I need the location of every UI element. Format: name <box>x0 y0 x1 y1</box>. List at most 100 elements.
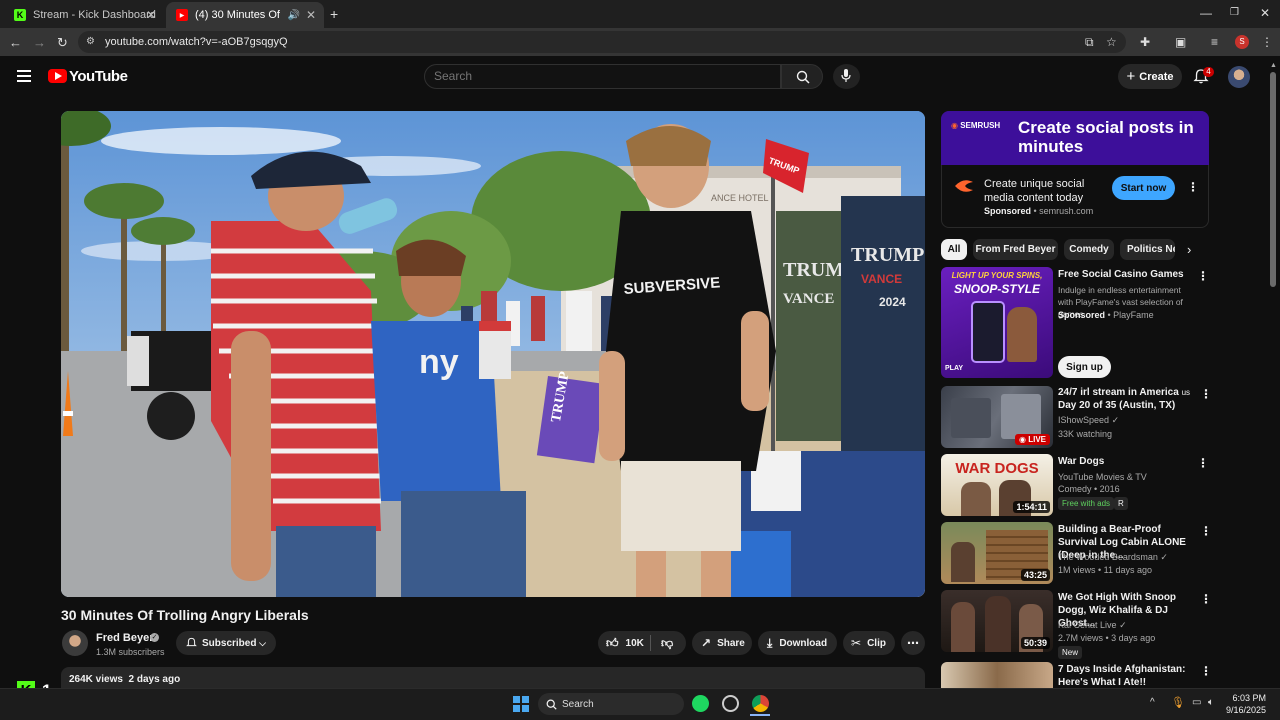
dislike-button[interactable]: 👎︎ <box>651 636 673 651</box>
tab-kick-dashboard[interactable]: K Stream - Kick Dashboard ✕ <box>4 2 164 28</box>
chip-comedy[interactable]: Comedy <box>1064 239 1114 260</box>
ad-brand-name: SEMRUSH <box>960 121 1001 130</box>
rec-more-icon[interactable]: ⋮ <box>1197 269 1209 283</box>
new-tab-button[interactable]: + <box>330 6 338 22</box>
more-actions-button[interactable]: ⋯ <box>901 631 925 655</box>
rec-title[interactable]: War Dogs <box>1058 455 1193 468</box>
rec-thumb-kai-cenat[interactable]: 50:39 <box>941 590 1053 652</box>
chip-politics-news[interactable]: Politics News <box>1120 239 1175 260</box>
chevron-down-icon: ⌵ <box>259 637 266 648</box>
youtube-logo-text[interactable]: YouTube <box>69 68 128 85</box>
sidepanel-icon[interactable]: ▣ <box>1175 35 1186 49</box>
download-button[interactable]: ⤓ Download <box>758 631 837 655</box>
cast-icon[interactable]: ⧉ <box>1085 35 1094 50</box>
youtube-logo-icon[interactable] <box>48 69 67 83</box>
back-icon[interactable]: ← <box>9 35 22 50</box>
share-button[interactable]: ↗ Share <box>692 631 752 655</box>
volume-icon[interactable]: 🔈︎ <box>1208 697 1214 708</box>
search-box[interactable] <box>424 64 781 89</box>
scroll-up-icon[interactable]: ▲ <box>1270 62 1277 69</box>
rec-channel[interactable]: The Wooded Beardsman ✓ <box>1058 551 1168 563</box>
rec-thumb-live-stream[interactable]: ◉ LIVE <box>941 386 1053 448</box>
tray-chevron-icon[interactable]: ^ <box>1150 697 1155 708</box>
search-input[interactable] <box>434 69 764 83</box>
close-tab-icon[interactable]: ✕ <box>306 8 316 22</box>
chip-from-fred-beyer[interactable]: From Fred Beyer <box>973 239 1058 260</box>
like-button[interactable]: 👍︎ 10K <box>598 636 650 651</box>
forward-icon[interactable]: → <box>33 35 46 50</box>
active-app-indicator <box>750 714 770 716</box>
rec-more-icon[interactable]: ⋮ <box>1197 456 1209 470</box>
ad-start-now-button[interactable]: Start now <box>1112 176 1175 200</box>
clip-button[interactable]: ✂ Clip <box>843 631 895 655</box>
rec-title[interactable]: Free Social Casino Games <box>1058 268 1193 281</box>
search-icon <box>546 699 557 710</box>
url-text[interactable]: youtube.com/watch?v=-aOB7gsqgyQ <box>105 36 288 48</box>
taskbar-search[interactable]: Search <box>538 693 684 715</box>
chip-all[interactable]: All <box>941 239 967 260</box>
channel-name[interactable]: Fred Beyer <box>96 632 153 644</box>
reload-icon[interactable]: ↻ <box>57 35 68 51</box>
spotify-icon[interactable] <box>692 695 709 712</box>
free-with-ads-badge: Free with ads <box>1058 497 1115 510</box>
close-window-icon[interactable]: ✕ <box>1260 6 1270 20</box>
tab-title: (4) 30 Minutes Of Trolling A <box>195 9 283 21</box>
rec-more-icon[interactable]: ⋮ <box>1200 524 1212 538</box>
obs-icon[interactable] <box>722 695 739 712</box>
page-scrollbar[interactable] <box>1270 72 1276 287</box>
ad-domain[interactable]: semrush.com <box>1039 206 1093 216</box>
minimize-icon[interactable]: — <box>1200 6 1212 20</box>
channel-label: Kai Cenat Live <box>1058 620 1117 630</box>
chevron-right-icon[interactable]: › <box>1187 242 1191 257</box>
hamburger-menu-icon[interactable] <box>17 70 31 82</box>
rec-thumb-war-dogs[interactable]: WAR DOGS 1:54:11 <box>941 454 1053 516</box>
video-player[interactable]: ANCE HOTEL TRUM VANCE TRUMP VANCE 2024 T… <box>61 111 925 597</box>
user-avatar[interactable] <box>1228 66 1250 88</box>
search-button[interactable] <box>781 64 823 89</box>
live-label: LIVE <box>1028 435 1046 444</box>
rec-more-icon[interactable]: ⋮ <box>1200 592 1212 606</box>
bookmark-star-icon[interactable]: ☆ <box>1106 35 1117 49</box>
taskbar-clock[interactable]: 6:03 PM 9/16/2025 <box>1226 692 1266 716</box>
notification-count-badge: 4 <box>1203 67 1214 77</box>
duration-badge: 43:25 <box>1020 569 1050 581</box>
media-controls-icon[interactable]: ≡ <box>1211 35 1218 49</box>
rec-channel[interactable]: Kai Cenat Live ✓ <box>1058 619 1127 631</box>
rec-thumb-casino[interactable]: LIGHT UP YOUR SPINS, SNOOP-STYLE PLAY <box>941 267 1053 378</box>
more-horizontal-icon: ⋯ <box>907 636 919 650</box>
browser-menu-icon[interactable]: ⋮ <box>1261 35 1273 49</box>
channel-avatar[interactable] <box>62 630 88 656</box>
network-icon[interactable]: ▭ <box>1192 697 1201 708</box>
rec-thumb-log-cabin[interactable]: 43:25 <box>941 522 1053 584</box>
microphone-tray-icon[interactable]: 🎙︎ <box>1171 696 1185 709</box>
voice-search-button[interactable] <box>833 64 860 89</box>
rec-title[interactable]: 7 Days Inside Afghanistan: Here's What I… <box>1058 663 1193 689</box>
rec-more-icon[interactable]: ⋮ <box>1200 664 1212 678</box>
rec-thumb-afghanistan[interactable] <box>941 662 1053 688</box>
rec-channel[interactable]: IShowSpeed ✓ <box>1058 414 1119 426</box>
close-tab-icon[interactable]: ✕ <box>146 8 156 22</box>
subscribed-button[interactable]: Subscribed ⌵ <box>176 631 276 655</box>
rec-title[interactable]: 24/7 irl stream in America us Day 20 of … <box>1058 386 1193 412</box>
profile-avatar[interactable]: S <box>1235 35 1249 49</box>
sign-up-button[interactable]: Sign up <box>1058 356 1111 378</box>
semrush-flame-icon <box>955 180 973 192</box>
windows-start-icon[interactable] <box>513 696 529 712</box>
rec-channel[interactable]: YouTube Movies & TV <box>1058 471 1147 483</box>
tab-title: Stream - Kick Dashboard <box>33 9 156 21</box>
clock-date: 9/16/2025 <box>1226 705 1267 715</box>
person-graphic <box>951 542 975 582</box>
extensions-icon[interactable]: ✚ <box>1140 35 1150 49</box>
ad-headline: Create social posts in minutes <box>1018 118 1194 156</box>
speaker-icon[interactable]: 🔊 <box>288 10 300 21</box>
tab-youtube-video[interactable]: ▶ (4) 30 Minutes Of Trolling A 🔊 ✕ <box>166 2 324 28</box>
chrome-icon[interactable] <box>752 695 769 712</box>
create-button[interactable]: + Create <box>1118 64 1182 89</box>
clip-label: Clip <box>867 637 886 649</box>
plus-icon: + <box>1126 68 1136 85</box>
rec-more-icon[interactable]: ⋮ <box>1200 387 1212 401</box>
site-info-icon[interactable]: ⚙ <box>86 36 95 47</box>
taskbar-search-label: Search <box>562 698 594 710</box>
restore-icon[interactable]: ❐ <box>1230 7 1239 18</box>
ad-more-icon[interactable]: ⋮ <box>1187 180 1199 194</box>
